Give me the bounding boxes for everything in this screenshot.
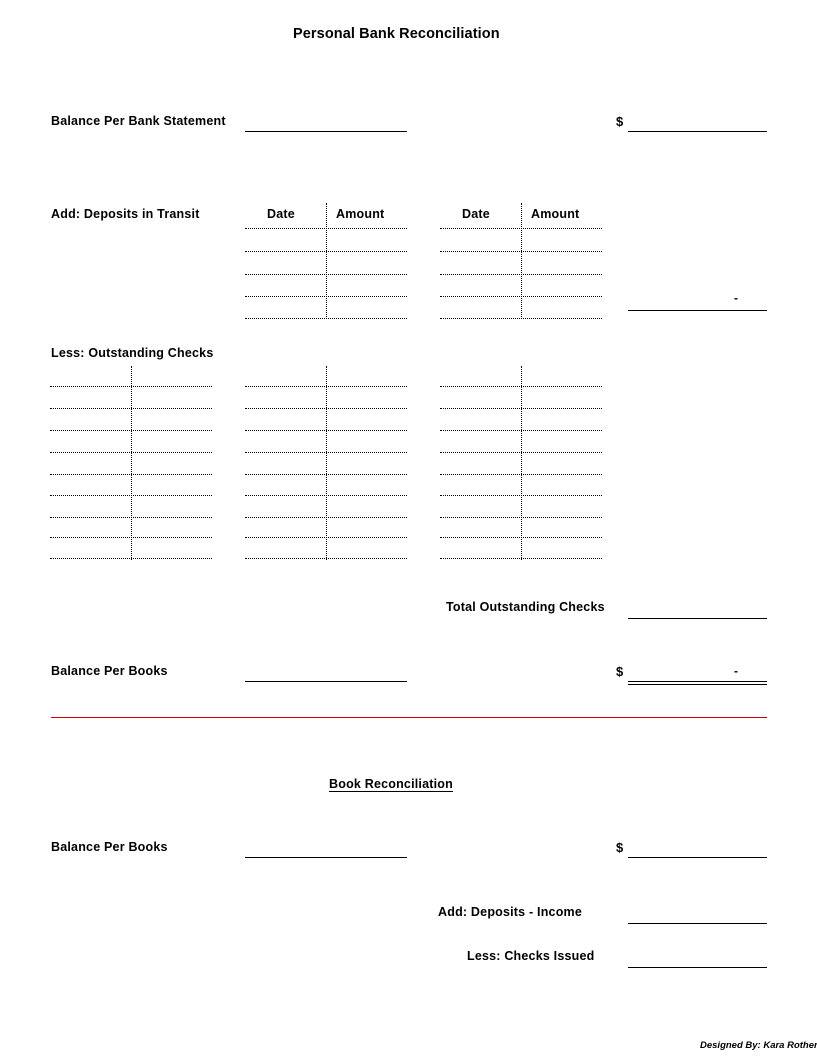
deposits-table-1-column-divider <box>326 203 327 319</box>
outstanding-checks-column-2-row[interactable] <box>245 430 407 431</box>
deposits-table-1-header-rule <box>245 228 407 229</box>
balance-per-bank-statement-write-in-line[interactable] <box>245 131 407 132</box>
outstanding-checks-column-2-row[interactable] <box>245 558 407 559</box>
bank-balance-per-books-value[interactable]: - <box>628 664 738 678</box>
book-reconciliation-heading: Book Reconciliation <box>329 777 453 791</box>
deposits-table-2-date-header: Date <box>462 207 490 221</box>
bank-reconciliation-worksheet: Personal Bank Reconciliation Balance Per… <box>0 0 817 1057</box>
section-divider <box>51 717 767 718</box>
deposits-table-1-row-rule[interactable] <box>245 318 407 319</box>
deposits-in-transit-label: Add: Deposits in Transit <box>51 207 200 221</box>
outstanding-checks-column-3-divider <box>521 366 522 560</box>
outstanding-checks-column-1-row[interactable] <box>50 495 212 496</box>
deposits-table-1-row-rule[interactable] <box>245 274 407 275</box>
deposits-table-1-row-rule[interactable] <box>245 251 407 252</box>
deposits-table-2-row-rule[interactable] <box>440 296 602 297</box>
bank-balance-per-books-total-double-line <box>628 678 767 685</box>
outstanding-checks-column-3-row[interactable] <box>440 474 602 475</box>
balance-per-bank-currency-symbol: $ <box>616 114 624 129</box>
outstanding-checks-column-2-divider <box>326 366 327 560</box>
outstanding-checks-column-2-row[interactable] <box>245 517 407 518</box>
outstanding-checks-column-3-row[interactable] <box>440 430 602 431</box>
deposits-table-2-header-rule <box>440 228 602 229</box>
total-outstanding-checks-label: Total Outstanding Checks <box>446 600 605 614</box>
outstanding-checks-column-3-row[interactable] <box>440 408 602 409</box>
book-balance-per-books-line[interactable] <box>628 857 767 858</box>
deposits-income-line[interactable] <box>628 923 767 924</box>
page-title: Personal Bank Reconciliation <box>293 26 500 42</box>
book-balance-per-books-currency-symbol: $ <box>616 840 624 855</box>
total-outstanding-checks-line[interactable] <box>628 618 767 619</box>
deposits-in-transit-total-line[interactable] <box>628 310 767 311</box>
designer-credit: Designed By: Kara Rothert <box>700 1040 817 1051</box>
outstanding-checks-column-3-row[interactable] <box>440 537 602 538</box>
outstanding-checks-column-2-row[interactable] <box>245 537 407 538</box>
balance-per-bank-statement-label: Balance Per Bank Statement <box>51 114 226 128</box>
outstanding-checks-column-2-row[interactable] <box>245 495 407 496</box>
balance-per-bank-amount-line[interactable] <box>628 131 767 132</box>
deposits-in-transit-total-value[interactable]: - <box>628 291 738 305</box>
book-balance-per-books-write-in-line[interactable] <box>245 857 407 858</box>
deposits-table-1-date-header: Date <box>267 207 295 221</box>
deposits-table-2-column-divider <box>521 203 522 319</box>
outstanding-checks-column-1-row[interactable] <box>50 517 212 518</box>
outstanding-checks-column-1-row[interactable] <box>50 558 212 559</box>
outstanding-checks-column-2-row[interactable] <box>245 386 407 387</box>
outstanding-checks-column-3-row[interactable] <box>440 452 602 453</box>
outstanding-checks-column-2-row[interactable] <box>245 452 407 453</box>
deposits-table-2-row-rule[interactable] <box>440 251 602 252</box>
outstanding-checks-column-3-row[interactable] <box>440 558 602 559</box>
outstanding-checks-column-1-row[interactable] <box>50 474 212 475</box>
outstanding-checks-column-1-row[interactable] <box>50 408 212 409</box>
bank-balance-per-books-write-in-line[interactable] <box>245 681 407 682</box>
deposits-table-2-row-rule[interactable] <box>440 318 602 319</box>
outstanding-checks-column-2-row[interactable] <box>245 474 407 475</box>
outstanding-checks-column-1-row[interactable] <box>50 537 212 538</box>
deposits-table-2-amount-header: Amount <box>531 207 580 221</box>
outstanding-checks-column-1-row[interactable] <box>50 430 212 431</box>
book-balance-per-books-label: Balance Per Books <box>51 840 168 854</box>
bank-balance-per-books-label: Balance Per Books <box>51 664 168 678</box>
bank-balance-per-books-currency-symbol: $ <box>616 664 624 679</box>
checks-issued-line[interactable] <box>628 967 767 968</box>
deposits-table-1-amount-header: Amount <box>336 207 385 221</box>
outstanding-checks-column-3-row[interactable] <box>440 386 602 387</box>
deposits-table-1-row-rule[interactable] <box>245 296 407 297</box>
outstanding-checks-column-1-divider <box>131 366 132 560</box>
outstanding-checks-column-3-row[interactable] <box>440 495 602 496</box>
outstanding-checks-column-3-row[interactable] <box>440 517 602 518</box>
deposits-table-2-row-rule[interactable] <box>440 274 602 275</box>
outstanding-checks-column-1-row[interactable] <box>50 452 212 453</box>
checks-issued-label: Less: Checks Issued <box>467 949 595 963</box>
deposits-income-label: Add: Deposits - Income <box>438 905 582 919</box>
outstanding-checks-column-1-row[interactable] <box>50 386 212 387</box>
outstanding-checks-column-2-row[interactable] <box>245 408 407 409</box>
outstanding-checks-label: Less: Outstanding Checks <box>51 346 214 360</box>
